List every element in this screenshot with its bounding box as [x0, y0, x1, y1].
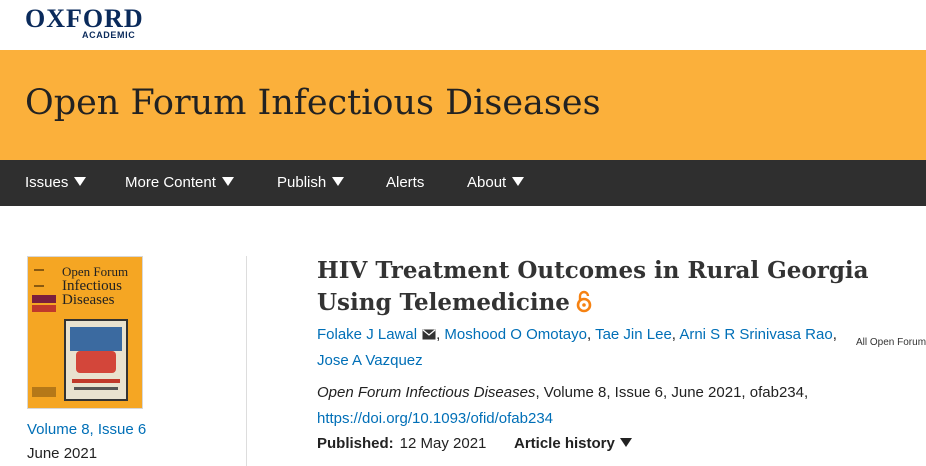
nav-alerts[interactable]: Alerts [386, 160, 424, 206]
cover-hivma-badge [32, 305, 56, 312]
author-list: Folake J Lawal, Moshood O Omotayo, Tae J… [317, 326, 837, 369]
journal-title[interactable]: Open Forum Infectious Diseases [25, 83, 601, 123]
cover-poster-illustration [64, 319, 128, 401]
chevron-down-icon [221, 177, 234, 186]
cover-title-line1: Open Forum [62, 264, 129, 279]
nav-about[interactable]: About [467, 160, 525, 206]
oxford-logo[interactable]: OXFORD [25, 6, 144, 32]
chevron-down-icon [74, 177, 87, 186]
cover-footer-mark [32, 387, 56, 397]
nav-publish[interactable]: Publish [277, 160, 345, 206]
column-divider [246, 256, 247, 466]
article-history-label: Article history [514, 435, 615, 452]
cover-menu-mark [34, 269, 44, 287]
author-link[interactable]: Folake J Lawal [317, 326, 417, 343]
citation-journal: Open Forum Infectious Diseases [317, 384, 536, 401]
citation: Open Forum Infectious Diseases, Volume 8… [317, 384, 808, 401]
cover-title: Open Forum Infectious Diseases [62, 264, 142, 308]
chevron-down-icon [332, 177, 345, 186]
nav-issues[interactable]: Issues [25, 160, 87, 206]
nav-alerts-label: Alerts [386, 174, 425, 191]
author-link[interactable]: Jose A Vazquez [317, 352, 423, 369]
nav-about-label: About [467, 174, 507, 191]
nav-more-content[interactable]: More Content [125, 160, 234, 206]
journal-banner: Open Forum Infectious Diseases [0, 50, 926, 160]
citation-details: , Volume 8, Issue 6, June 2021, ofab234, [535, 384, 809, 401]
issue-link[interactable]: Volume 8, Issue 6 [27, 421, 146, 438]
nav-issues-label: Issues [25, 174, 69, 191]
author-link[interactable]: Moshood O Omotayo [444, 326, 587, 343]
main-nav: Issues More Content Publish Alerts About… [0, 160, 926, 359]
article-title-text: HIV Treatment Outcomes in Rural Georgia … [317, 257, 869, 316]
article-history-toggle[interactable]: Article history [514, 435, 632, 452]
article-title: HIV Treatment Outcomes in Rural Georgia … [317, 255, 917, 319]
cover-title-line2: Infectious [62, 278, 122, 294]
cover-idsa-badge [32, 295, 56, 303]
issue-date: June 2021 [27, 445, 98, 462]
chevron-down-icon [619, 438, 632, 447]
open-access-icon [576, 290, 592, 313]
doi-link[interactable]: https://doi.org/10.1093/ofid/ofab234 [317, 410, 553, 427]
published-label: Published: [317, 435, 394, 452]
cover-title-line3: Diseases [62, 292, 115, 308]
chevron-down-icon [512, 177, 525, 186]
nav-more-content-label: More Content [125, 174, 216, 191]
published-info: Published: 12 May 2021 [317, 435, 486, 452]
nav-publish-label: Publish [277, 174, 327, 191]
site-header: OXFORD ACADEMIC [0, 0, 926, 50]
published-date: 12 May 2021 [399, 435, 487, 452]
author-link[interactable]: Arni S R Srinivasa Rao [679, 326, 832, 343]
oxford-logo-sub: ACADEMIC [82, 30, 136, 40]
author-link[interactable]: Tae Jin Lee [595, 326, 672, 343]
email-icon[interactable] [422, 329, 436, 340]
issue-cover-image[interactable]: Open Forum Infectious Diseases [27, 256, 143, 409]
